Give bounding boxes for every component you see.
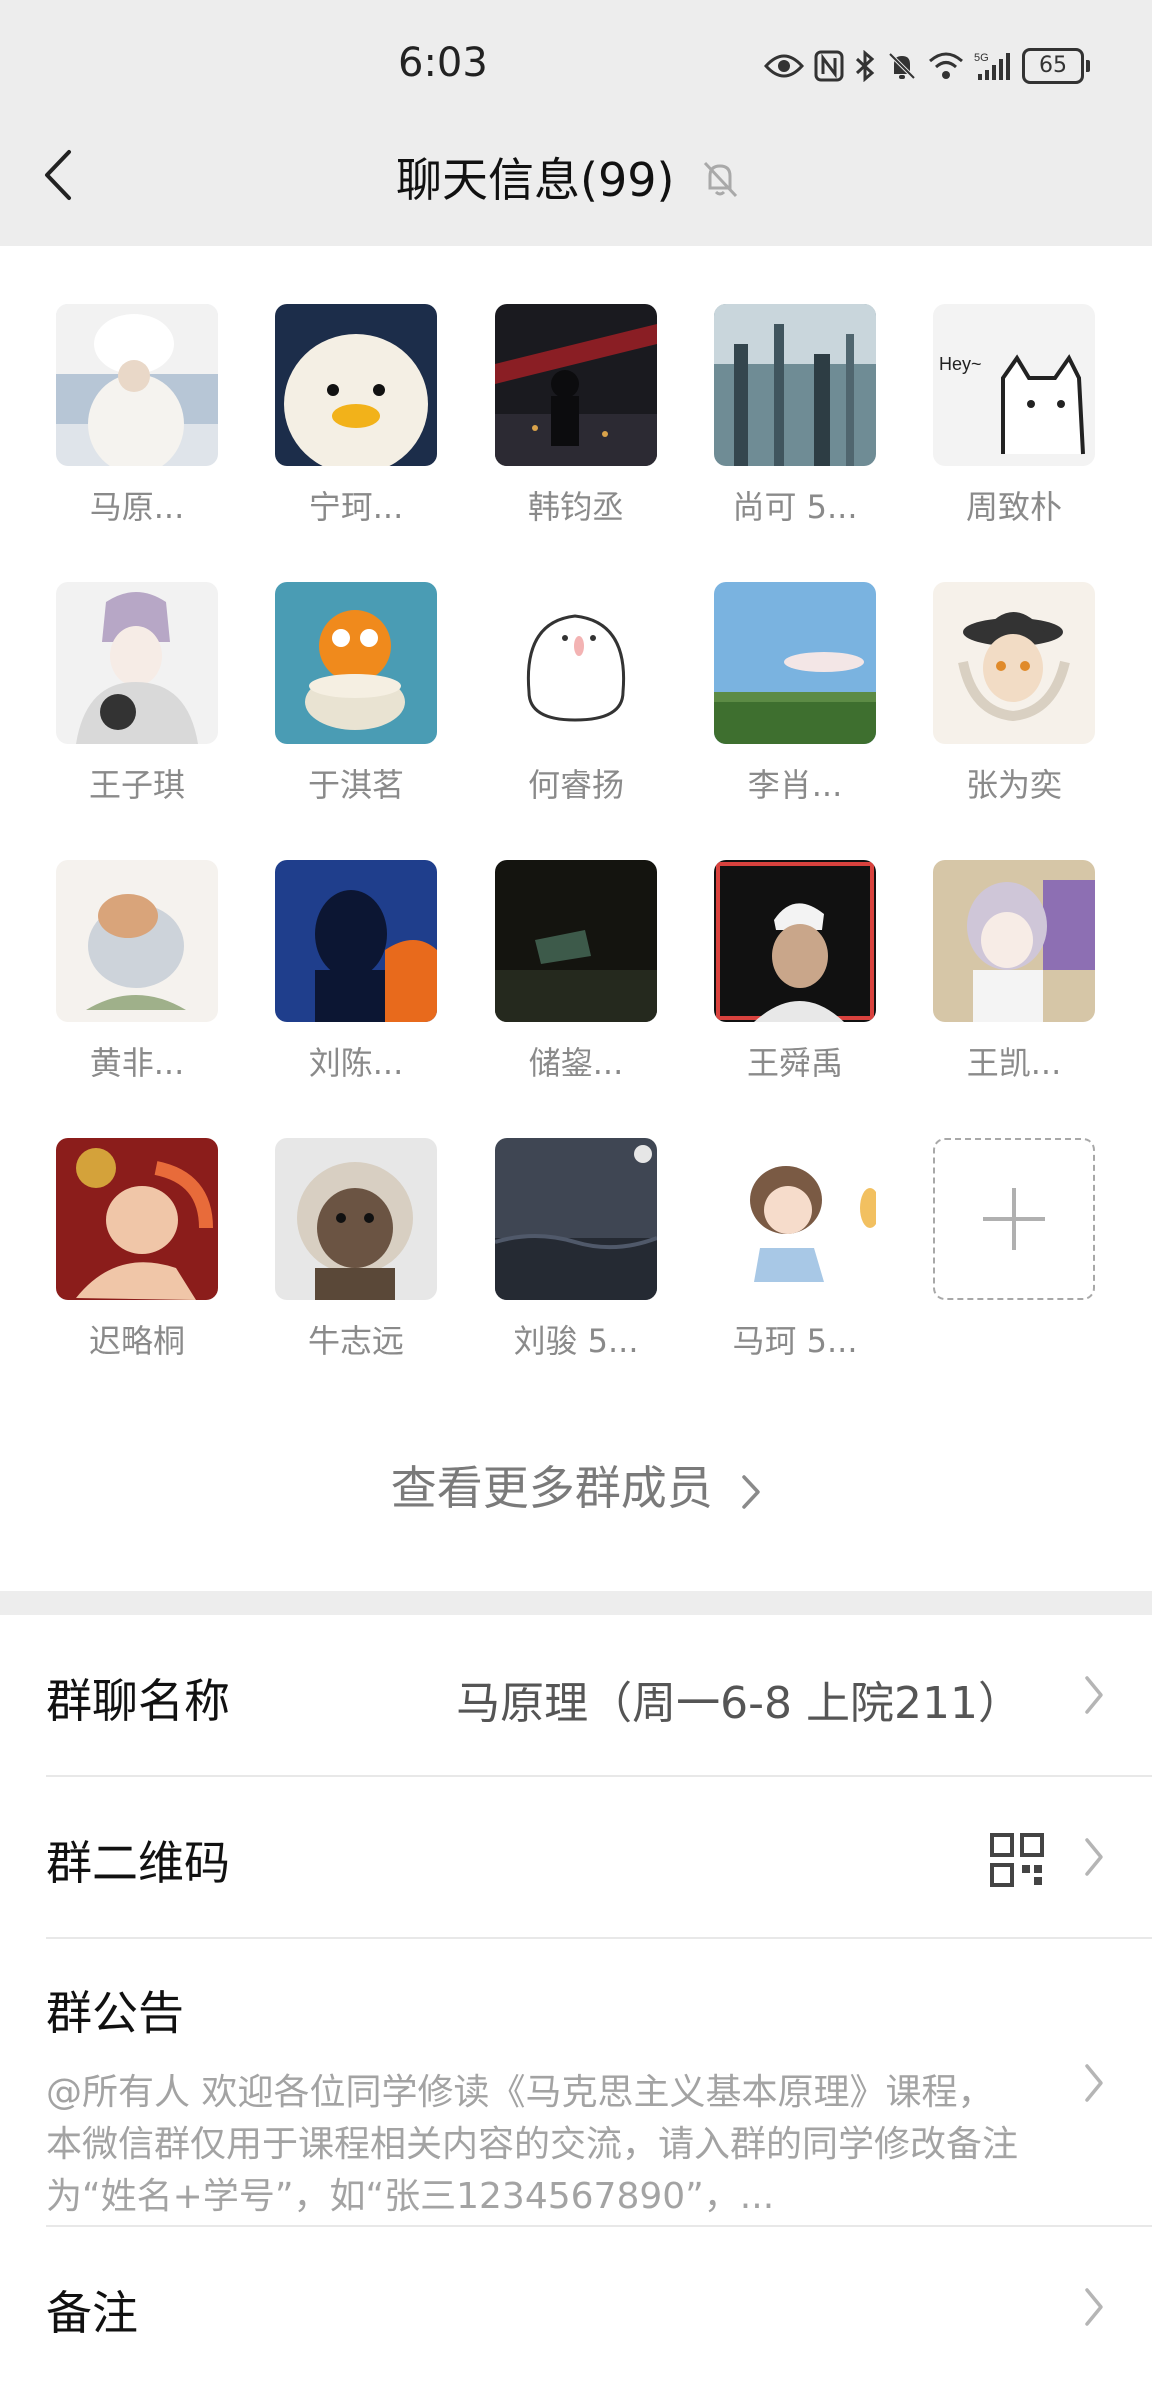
member-item[interactable]: 王舜禹: [714, 860, 876, 1084]
chevron-right-icon: [1085, 2288, 1103, 2326]
view-more-label: 查看更多群成员: [390, 1461, 713, 1515]
status-time: 6:03: [398, 40, 488, 86]
member-item[interactable]: 于淇茗: [275, 582, 437, 806]
eye-icon: [764, 54, 804, 78]
wifi-icon: [929, 52, 963, 79]
member-item[interactable]: 张为奕: [933, 582, 1095, 806]
member-name: 王凯...: [966, 1044, 1062, 1082]
member-name: 韩钧丞: [527, 488, 624, 526]
member-item[interactable]: 马珂 5...: [714, 1138, 876, 1362]
member-name: 王子琪: [88, 766, 185, 804]
remark-label: 备注: [46, 2286, 138, 2340]
remark-row[interactable]: 备注: [46, 2227, 1152, 2387]
page-title: 聊天信息(99): [396, 153, 675, 207]
member-item[interactable]: 尚可 5...: [714, 304, 876, 528]
member-name: 刘陈...: [308, 1044, 404, 1082]
chevron-left-icon: [45, 150, 71, 200]
avatar: [714, 1138, 876, 1300]
group-name-label: 群聊名称: [46, 1674, 230, 1728]
member-name: 马珂 5...: [732, 1322, 858, 1360]
qr-code-label: 群二维码: [46, 1836, 230, 1890]
group-name-row[interactable]: 群聊名称 马原理（周一6-8 上院211）: [46, 1615, 1152, 1777]
member-item[interactable]: 王子琪: [56, 582, 218, 806]
member-name: 尚可 5...: [732, 488, 858, 526]
member-name: 马原...: [89, 488, 185, 526]
member-name: 何睿扬: [527, 766, 624, 804]
avatar: [495, 860, 657, 1022]
plus-icon: [983, 1188, 1045, 1250]
member-item[interactable]: 李肖...: [714, 582, 876, 806]
avatar: [933, 582, 1095, 744]
member-item[interactable]: 刘陈...: [275, 860, 437, 1084]
member-item[interactable]: 牛志远: [275, 1138, 437, 1362]
chevron-right-icon: [1085, 2064, 1103, 2102]
member-item[interactable]: 何睿扬: [495, 582, 657, 806]
member-item[interactable]: 韩钧丞: [495, 304, 657, 528]
member-grid: 马原... 宁珂... 韩钧丞 尚可 5... Hey~ 周致朴 王子琪 于淇茗…: [0, 246, 1152, 1591]
member-name: 周致朴: [965, 488, 1062, 526]
avatar: Hey~: [933, 304, 1095, 466]
member-item[interactable]: 马原...: [56, 304, 218, 528]
member-name: 于淇茗: [307, 766, 404, 804]
member-name: 王舜禹: [746, 1044, 843, 1082]
avatar: [495, 582, 657, 744]
member-name: 宁珂...: [308, 488, 404, 526]
announcement-label: 群公告: [46, 1986, 184, 2040]
bell-off-icon: [888, 52, 916, 80]
status-icons: 5G 65: [764, 44, 1090, 88]
svg-text:5G: 5G: [974, 52, 989, 64]
group-name-value: 马原理（周一6-8 上院211）: [456, 1678, 1022, 1729]
svg-text:Hey~: Hey~: [939, 354, 982, 374]
avatar: [933, 860, 1095, 1022]
avatar: [56, 860, 218, 1022]
member-name: 储鋆...: [528, 1044, 624, 1082]
avatar: [495, 1138, 657, 1300]
member-item[interactable]: 宁珂...: [275, 304, 437, 528]
member-item[interactable]: 迟略桐: [56, 1138, 218, 1362]
avatar: [275, 1138, 437, 1300]
chevron-right-icon: [1085, 1676, 1103, 1714]
chevron-right-icon: [1085, 1838, 1103, 1876]
bluetooth-icon: [855, 50, 875, 82]
view-more-members-link[interactable]: 查看更多群成员: [0, 1452, 1152, 1518]
avatar: [714, 304, 876, 466]
avatar: [714, 860, 876, 1022]
member-name: 张为奕: [965, 766, 1062, 804]
announcement-row[interactable]: 群公告 @所有人 欢迎各位同学修读《马克思主义基本原理》课程，本微信群仅用于课程…: [46, 1939, 1152, 2227]
member-name: 刘骏 5...: [513, 1322, 639, 1360]
avatar: [495, 304, 657, 466]
member-item[interactable]: 储鋆...: [495, 860, 657, 1084]
member-item[interactable]: Hey~ 周致朴: [933, 304, 1095, 528]
avatar: [56, 582, 218, 744]
back-button[interactable]: [28, 140, 88, 210]
nfc-icon: [814, 50, 844, 82]
avatar: [714, 582, 876, 744]
member-item[interactable]: 刘骏 5...: [495, 1138, 657, 1362]
add-member-tile[interactable]: [933, 1138, 1095, 1300]
avatar: [56, 304, 218, 466]
qr-code-icon: [990, 1833, 1044, 1887]
member-item[interactable]: 黄非...: [56, 860, 218, 1084]
top-bar: 6:03 5G 65 聊天信息(99): [0, 0, 1152, 246]
mute-bell-icon: [703, 161, 738, 198]
qr-code-row[interactable]: 群二维码: [46, 1777, 1152, 1939]
member-name: 黄非...: [89, 1044, 185, 1082]
announcement-text: @所有人 欢迎各位同学修读《马克思主义基本原理》课程，本微信群仅用于课程相关内容…: [46, 2072, 1019, 2217]
member-name: 迟略桐: [88, 1322, 185, 1360]
avatar: [275, 304, 437, 466]
member-name: 李肖...: [747, 766, 843, 804]
avatar: [275, 860, 437, 1022]
member-item[interactable]: 王凯...: [933, 860, 1095, 1084]
chevron-right-icon: [742, 1474, 761, 1509]
battery-indicator: 65: [1022, 48, 1090, 84]
section-divider: [0, 1591, 1152, 1615]
signal-5g-icon: 5G: [974, 52, 1010, 80]
avatar: [275, 582, 437, 744]
avatar: [56, 1138, 218, 1300]
add-member-button[interactable]: [933, 1138, 1095, 1300]
member-name: 牛志远: [307, 1322, 404, 1360]
settings-list: 群聊名称 马原理（周一6-8 上院211） 群二维码 群公告 @所有人 欢迎各位…: [0, 1615, 1152, 2387]
